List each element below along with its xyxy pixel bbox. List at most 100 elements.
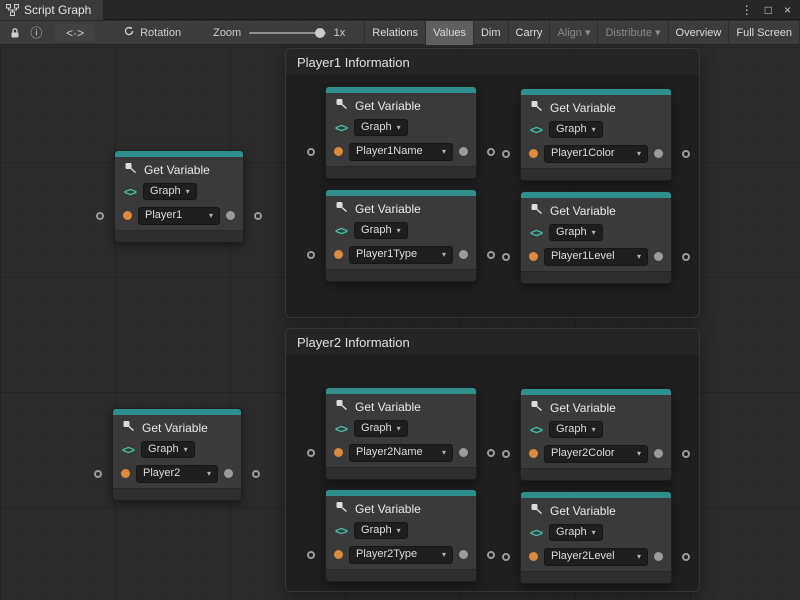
code-icon: <> [335, 525, 347, 537]
output-port[interactable] [654, 449, 663, 458]
input-port[interactable] [334, 147, 343, 156]
input-port[interactable] [334, 448, 343, 457]
toolbar-button-distribute[interactable]: Distribute ▾ [598, 21, 668, 45]
graph-dropdown[interactable]: Graph ▾ [354, 119, 408, 136]
graph-dropdown[interactable]: Graph ▾ [141, 441, 195, 458]
variable-dropdown[interactable]: Player1Color ▾ [544, 145, 648, 163]
output-port[interactable] [224, 469, 233, 478]
toolbar-button-relations[interactable]: Relations [365, 21, 426, 45]
output-port-outer[interactable] [487, 251, 495, 259]
variable-dropdown[interactable]: Player2Type ▾ [349, 546, 453, 564]
get-variable-node[interactable]: Get Variable <> Graph ▾ Player2Level ▾ [520, 491, 672, 584]
input-port-outer[interactable] [307, 551, 315, 559]
output-port-outer[interactable] [487, 449, 495, 457]
output-port[interactable] [459, 448, 468, 457]
get-variable-node[interactable]: Get Variable <> Graph ▾ Player1 ▾ [114, 150, 244, 243]
graph-dropdown[interactable]: Graph ▾ [354, 522, 408, 539]
variable-kite-icon [335, 398, 348, 416]
input-port-outer[interactable] [502, 450, 510, 458]
output-port[interactable] [459, 250, 468, 259]
kebab-menu-icon[interactable]: ⋮ [741, 4, 753, 16]
node-title: Get Variable [355, 99, 421, 113]
output-port[interactable] [654, 252, 663, 261]
input-port[interactable] [123, 211, 132, 220]
code-icon: <> [530, 424, 542, 436]
get-variable-node[interactable]: Get Variable <> Graph ▾ Player2Type ▾ [325, 489, 477, 582]
input-port-outer[interactable] [94, 470, 102, 478]
variable-dropdown[interactable]: Player2Color ▾ [544, 445, 648, 463]
get-variable-node[interactable]: Get Variable <> Graph ▾ Player1Color ▾ [520, 88, 672, 181]
graph-dropdown[interactable]: Graph ▾ [549, 421, 603, 438]
input-port-outer[interactable] [502, 253, 510, 261]
zoom-slider[interactable] [249, 32, 325, 34]
graph-dropdown[interactable]: Graph ▾ [549, 121, 603, 138]
maximize-icon[interactable]: □ [765, 4, 772, 16]
input-port-outer[interactable] [307, 148, 315, 156]
variable-dropdown[interactable]: Player2Level ▾ [544, 548, 648, 566]
lock-button[interactable] [4, 21, 26, 45]
rotation-control[interactable]: Rotation [123, 25, 181, 40]
input-port[interactable] [529, 449, 538, 458]
toolbar-button-full-screen[interactable]: Full Screen [729, 21, 800, 45]
get-variable-node[interactable]: Get Variable <> Graph ▾ Player2 ▾ [112, 408, 242, 501]
toolbar-button-dim[interactable]: Dim [474, 21, 509, 45]
get-variable-node[interactable]: Get Variable <> Graph ▾ Player1Name ▾ [325, 86, 477, 179]
output-port[interactable] [654, 149, 663, 158]
output-port[interactable] [459, 550, 468, 559]
group-header[interactable]: Player1 Information [286, 49, 699, 75]
zoom-slider-knob[interactable] [315, 28, 325, 38]
variable-dropdown[interactable]: Player2Name ▾ [349, 444, 453, 462]
output-port[interactable] [459, 147, 468, 156]
input-port-outer[interactable] [96, 212, 104, 220]
toolbar-button-carry[interactable]: Carry [509, 21, 551, 45]
input-port[interactable] [334, 550, 343, 559]
output-port-outer[interactable] [682, 253, 690, 261]
graph-dropdown[interactable]: Graph ▾ [354, 222, 408, 239]
output-port-outer[interactable] [252, 470, 260, 478]
variable-dropdown[interactable]: Player2 ▾ [136, 465, 218, 483]
output-port-outer[interactable] [682, 450, 690, 458]
close-icon[interactable]: × [784, 4, 791, 16]
chevron-down-icon: ▾ [442, 148, 446, 156]
graph-canvas[interactable]: Player1 Information Player2 Information … [0, 0, 800, 600]
tab-title: Script Graph [24, 3, 91, 17]
input-port[interactable] [529, 252, 538, 261]
output-port[interactable] [226, 211, 235, 220]
group-header[interactable]: Player2 Information [286, 329, 699, 355]
input-port-outer[interactable] [502, 150, 510, 158]
node-footer [326, 269, 476, 281]
input-port[interactable] [121, 469, 130, 478]
tab-script-graph[interactable]: Script Graph [0, 0, 103, 20]
input-port-outer[interactable] [307, 449, 315, 457]
graph-dropdown[interactable]: Graph ▾ [354, 420, 408, 437]
output-port-outer[interactable] [682, 150, 690, 158]
toolbar-button-values[interactable]: Values [426, 21, 474, 45]
input-port[interactable] [334, 250, 343, 259]
graph-dropdown-label: Graph [361, 122, 392, 133]
variable-dropdown[interactable]: Player1Type ▾ [349, 246, 453, 264]
get-variable-node[interactable]: Get Variable <> Graph ▾ Player1Level ▾ [520, 191, 672, 284]
inspect-toggle-button[interactable]: <·> [55, 24, 95, 42]
get-variable-node[interactable]: Get Variable <> Graph ▾ Player2Color ▾ [520, 388, 672, 481]
get-variable-node[interactable]: Get Variable <> Graph ▾ Player2Name ▾ [325, 387, 477, 480]
graph-dropdown[interactable]: Graph ▾ [143, 183, 197, 200]
variable-dropdown[interactable]: Player1Level ▾ [544, 248, 648, 266]
toolbar-button-align[interactable]: Align ▾ [550, 21, 598, 45]
toolbar-button-overview[interactable]: Overview [669, 21, 730, 45]
info-button[interactable]: ⓘ [26, 21, 48, 45]
input-port[interactable] [529, 552, 538, 561]
info-icon: ⓘ [30, 24, 42, 41]
input-port[interactable] [529, 149, 538, 158]
output-port-outer[interactable] [487, 551, 495, 559]
graph-dropdown[interactable]: Graph ▾ [549, 524, 603, 541]
input-port-outer[interactable] [307, 251, 315, 259]
variable-dropdown[interactable]: Player1 ▾ [138, 207, 220, 225]
graph-dropdown[interactable]: Graph ▾ [549, 224, 603, 241]
get-variable-node[interactable]: Get Variable <> Graph ▾ Player1Type ▾ [325, 189, 477, 282]
output-port[interactable] [654, 552, 663, 561]
variable-dropdown[interactable]: Player1Name ▾ [349, 143, 453, 161]
output-port-outer[interactable] [682, 553, 690, 561]
input-port-outer[interactable] [502, 553, 510, 561]
output-port-outer[interactable] [487, 148, 495, 156]
output-port-outer[interactable] [254, 212, 262, 220]
